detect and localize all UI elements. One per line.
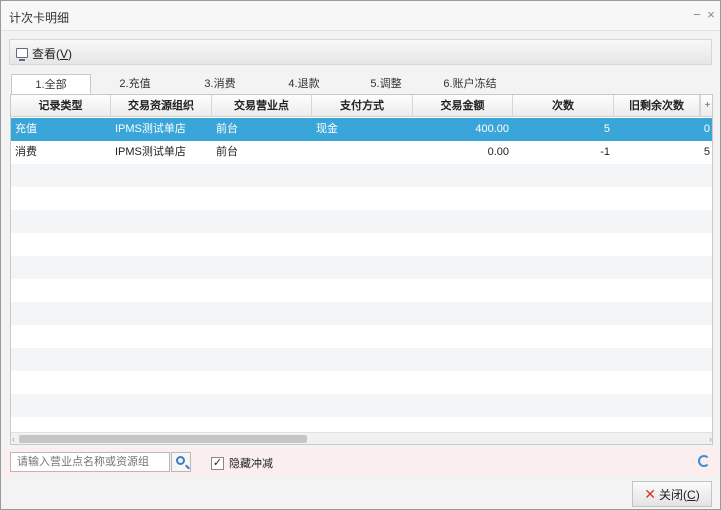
empty-row: [11, 325, 712, 348]
close-button[interactable]: ✕ 关闭(C): [632, 481, 712, 507]
hide-offset-toggle[interactable]: ✓ 隐藏冲减: [211, 455, 273, 471]
empty-row: [11, 256, 712, 279]
search-icon: [176, 456, 185, 465]
cell-record-type: 充值: [15, 123, 37, 135]
empty-row: [11, 371, 712, 394]
search-button[interactable]: [171, 452, 191, 472]
view-label-suffix: ): [68, 46, 73, 61]
cell-amount: 0.00: [487, 146, 509, 158]
toolbar: 查看(V): [9, 39, 712, 65]
tab-account-freeze[interactable]: 6.账户冻结: [425, 74, 515, 94]
tab-recharge[interactable]: 2.充值: [91, 74, 179, 94]
cell-sales-point: 前台: [216, 146, 238, 158]
close-label-suffix: ): [695, 487, 700, 502]
empty-row: [11, 279, 712, 302]
refresh-icon[interactable]: [698, 455, 710, 467]
column-header-old-remaining[interactable]: 旧剩余次数: [614, 95, 700, 117]
cell-record-type: 消费: [15, 146, 37, 158]
cell-resource-org: IPMS测试单店: [115, 146, 186, 158]
card-details-window: 计次卡明细 − × 查看(V) 1.全部 2.充值 3.消费 4.退款 5.调整…: [0, 0, 721, 510]
cell-payment-method: 现金: [316, 123, 338, 135]
empty-row: [11, 187, 712, 210]
horizontal-scrollbar[interactable]: ‹ ›: [11, 432, 712, 444]
cell-amount: 400.00: [475, 123, 509, 135]
close-label: 关闭(: [659, 487, 688, 502]
cell-old-remaining: 5: [703, 146, 710, 158]
cell-count: 5: [603, 123, 610, 135]
empty-row: [11, 210, 712, 233]
close-icon: ✕: [644, 485, 657, 502]
column-header-amount[interactable]: 交易金额: [413, 95, 513, 117]
column-header-record-type[interactable]: 记录类型: [11, 95, 111, 117]
cell-payment-method: [312, 141, 413, 164]
monitor-icon: [16, 48, 28, 61]
search-input[interactable]: [10, 452, 170, 472]
tab-consume[interactable]: 3.消费: [179, 74, 261, 94]
tab-all[interactable]: 1.全部: [11, 74, 91, 94]
empty-row: [11, 233, 712, 256]
title-bar[interactable]: 计次卡明细 − ×: [1, 1, 720, 31]
column-header-sales-point[interactable]: 交易营业点: [212, 95, 312, 117]
cell-sales-point: 前台: [216, 123, 238, 135]
view-label: 查看(: [32, 46, 60, 61]
records-table[interactable]: 记录类型 交易资源组织 交易营业点 支付方式 交易金额 次数 旧剩余次数 + 充…: [10, 94, 713, 445]
cell-resource-org: IPMS测试单店: [115, 123, 186, 135]
table-row[interactable]: 消费 IPMS测试单店 前台 0.00 -1 5: [11, 141, 712, 164]
scroll-right-icon[interactable]: ›: [709, 433, 712, 444]
view-shortcut-key: V: [60, 46, 69, 61]
record-tabs: 1.全部 2.充值 3.消费 4.退款 5.调整 6.账户冻结: [11, 74, 515, 94]
hide-offset-checkbox[interactable]: ✓: [211, 456, 224, 470]
table-row[interactable]: 充值 IPMS测试单店 前台 现金 400.00 5 0: [11, 118, 712, 141]
close-window-icon[interactable]: ×: [705, 7, 717, 22]
table-header: 记录类型 交易资源组织 交易营业点 支付方式 交易金额 次数 旧剩余次数 +: [11, 95, 712, 117]
empty-row: [11, 164, 712, 187]
empty-row: [11, 394, 712, 417]
column-header-resource-org[interactable]: 交易资源组织: [111, 95, 212, 117]
view-menu-button[interactable]: 查看(V): [16, 45, 72, 61]
scroll-left-icon[interactable]: ‹: [12, 433, 15, 444]
column-header-payment-method[interactable]: 支付方式: [312, 95, 413, 117]
tab-refund[interactable]: 4.退款: [261, 74, 347, 94]
window-title: 计次卡明细: [9, 11, 70, 25]
tab-adjust[interactable]: 5.调整: [347, 74, 425, 94]
empty-row: [11, 348, 712, 371]
cell-count: -1: [600, 146, 610, 158]
minimize-icon[interactable]: −: [691, 7, 703, 22]
close-shortcut-key: C: [687, 487, 696, 502]
scrollbar-thumb[interactable]: [19, 435, 307, 443]
empty-row: [11, 302, 712, 325]
filter-bar: ✓ 隐藏冲减: [3, 448, 720, 476]
hide-offset-label: 隐藏冲减: [229, 458, 273, 470]
column-chooser-icon[interactable]: +: [700, 95, 712, 117]
column-header-count[interactable]: 次数: [513, 95, 614, 117]
cell-old-remaining: 0: [703, 123, 710, 135]
